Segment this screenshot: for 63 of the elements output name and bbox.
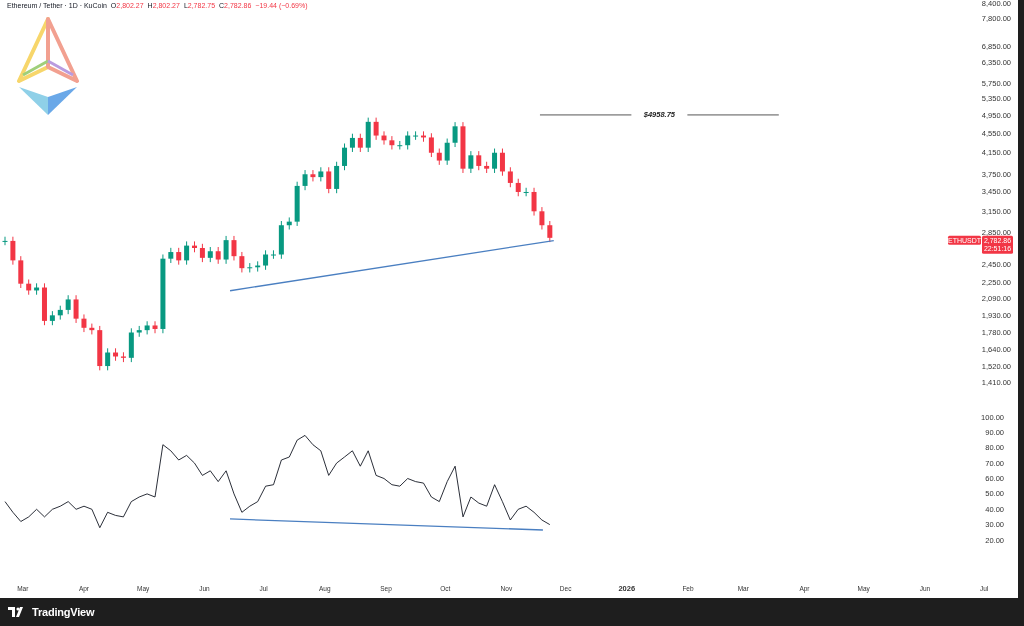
candle: [318, 166, 324, 182]
candle: [2, 236, 8, 246]
candle: [223, 235, 229, 265]
candle: [397, 140, 403, 150]
candle: [389, 135, 395, 150]
candle: [452, 121, 458, 148]
candle: [373, 117, 379, 141]
candle: [247, 262, 253, 273]
candle: [476, 150, 482, 171]
candle: [144, 320, 150, 335]
candle: [286, 216, 292, 230]
candle: [231, 235, 237, 261]
candle: [57, 305, 63, 321]
candle: [10, 236, 16, 266]
candle: [65, 294, 71, 315]
candle: [428, 132, 434, 158]
candle: [207, 246, 213, 263]
candle: [184, 240, 190, 266]
candle: [484, 161, 490, 174]
candle: [436, 148, 442, 166]
candle: [239, 251, 245, 273]
candle: [531, 187, 537, 217]
candle: [215, 246, 221, 265]
candle: [326, 166, 332, 194]
candle: [460, 121, 466, 174]
candle: [405, 130, 411, 150]
candle: [49, 310, 55, 326]
candle: [255, 260, 261, 273]
candle: [192, 240, 197, 253]
candle: [105, 347, 111, 371]
candle: [89, 323, 95, 335]
candle: [507, 166, 513, 188]
candle: [515, 178, 521, 197]
candle: [294, 181, 300, 227]
candle: [97, 325, 103, 371]
candle: [168, 247, 174, 264]
candle: [81, 313, 87, 333]
candle: [26, 279, 32, 296]
candle: [523, 187, 529, 197]
candle: [547, 220, 553, 243]
brand-name: TradingView: [32, 604, 95, 620]
candle: [444, 138, 450, 166]
candle: [468, 150, 474, 174]
candle: [34, 282, 40, 296]
diamond-logo-icon: [17, 17, 79, 117]
candle: [176, 247, 182, 266]
candle: [334, 161, 340, 194]
candle: [413, 130, 419, 141]
candle: [357, 133, 363, 153]
candle: [18, 255, 24, 289]
candle: [199, 243, 205, 263]
candle: [152, 320, 158, 334]
candle: [278, 220, 284, 260]
candle: [42, 282, 47, 326]
candle: [310, 169, 316, 182]
candle: [128, 327, 134, 363]
candle: [539, 206, 545, 230]
candle: [73, 294, 79, 324]
candle: [381, 130, 387, 146]
candle: [365, 117, 371, 153]
candle: [302, 169, 308, 191]
candle: [136, 325, 142, 338]
candle: [421, 130, 426, 143]
